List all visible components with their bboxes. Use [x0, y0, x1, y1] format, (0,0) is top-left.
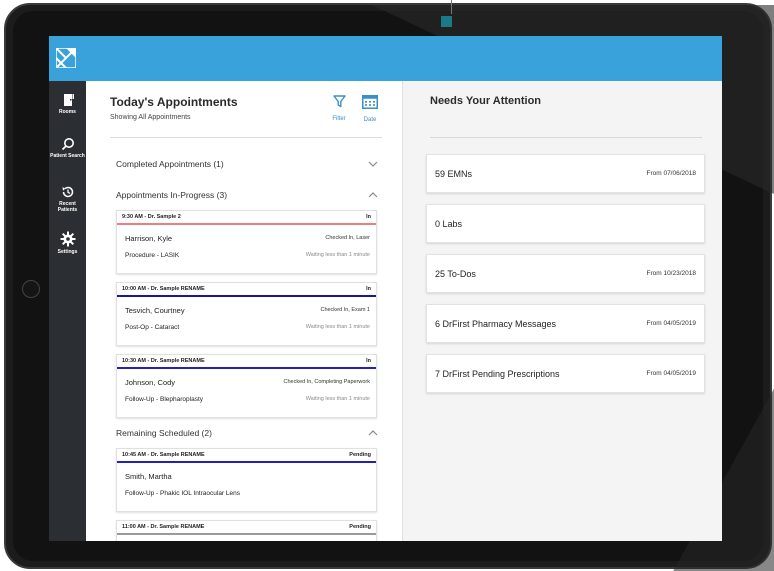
card-row-procedure: Follow-Up - Blepharoplasty Waiting less … — [117, 391, 376, 408]
status-badge: In — [366, 358, 371, 364]
gear-icon — [60, 231, 75, 247]
check-in-status: Checked In, Laser — [325, 235, 370, 241]
sidebar-label-rooms: Rooms — [59, 109, 76, 115]
attention-item-label: 59 EMNs — [435, 169, 473, 179]
top-bar — [49, 36, 722, 81]
procedure-name: Follow-Up - Phakic IOL Intraocular Lens — [125, 490, 241, 497]
filter-button[interactable]: Filter — [324, 95, 354, 122]
appointment-time: 10:45 AM - Dr. Sample RENAME — [122, 452, 205, 458]
divider — [430, 137, 702, 138]
attention-item-label: 6 DrFirst Pharmacy Messages — [435, 319, 557, 329]
attention-item-pharmacy-messages[interactable]: 6 DrFirst Pharmacy Messages From 04/05/2… — [426, 304, 705, 343]
section-completed[interactable]: Completed Appointments (1) — [116, 157, 378, 173]
appointment-time: 10:00 AM - Dr. Sample RENAME — [122, 286, 205, 292]
section-completed-label: Completed Appointments (1) — [116, 159, 224, 169]
card-row-procedure: Post-Op - Cataract Waiting less than 1 m… — [117, 319, 376, 336]
appointment-card[interactable]: 10:00 AM - Dr. Sample RENAME In Tesvich,… — [116, 282, 377, 346]
card-header: 10:00 AM - Dr. Sample RENAME In — [117, 283, 376, 297]
sidebar-item-settings[interactable]: Settings — [49, 231, 86, 271]
card-header: 10:30 AM - Dr. Sample RENAME In — [117, 355, 376, 369]
attention-panel: Needs Your Attention 59 EMNs From 07/06/… — [403, 81, 722, 541]
attention-item-label: 0 Labs — [435, 219, 463, 229]
attention-item-date: From 07/06/2018 — [646, 170, 696, 177]
attention-title: Needs Your Attention — [430, 95, 542, 107]
card-row-patient: Tesvich, Courtney Checked In, Exam 1 — [117, 302, 376, 319]
attention-item-pending-prescriptions[interactable]: 7 DrFirst Pending Prescriptions From 04/… — [426, 354, 705, 393]
attention-item-date: From 10/23/2018 — [646, 270, 696, 277]
wait-time: Waiting less than 1 minute — [305, 252, 370, 258]
procedure-name: Procedure - LASIK — [125, 252, 180, 259]
attention-item-date: From 04/05/2019 — [646, 370, 696, 377]
home-button — [22, 280, 40, 298]
status-badge: Pending — [349, 452, 371, 458]
camera-icon — [441, 16, 452, 27]
patient-name: Harrison, Kyle — [125, 234, 173, 243]
filter-icon — [332, 95, 346, 108]
check-in-status: Checked In, Exam 1 — [320, 307, 370, 313]
status-badge: In — [366, 286, 371, 292]
sidebar-item-recent-patients[interactable]: Recent Patients — [49, 185, 86, 225]
sidebar: Rooms Patient Search Recent Patients Set… — [49, 81, 86, 541]
date-label: Date — [363, 117, 377, 123]
divider — [110, 137, 382, 138]
history-icon — [62, 186, 73, 198]
status-badge: Pending — [349, 524, 371, 530]
appointment-time: 11:00 AM - Dr. Sample RENAME — [122, 524, 205, 530]
appointment-card[interactable]: 11:00 AM - Dr. Sample RENAME Pending — [116, 520, 377, 541]
attention-item-labs[interactable]: 0 Labs — [426, 204, 705, 243]
page-title: Today's Appointments — [110, 95, 238, 109]
chevron-up-icon — [368, 192, 378, 198]
filter-label: Filter — [332, 116, 346, 122]
status-badge: In — [366, 214, 371, 220]
check-in-status: Checked In, Completing Paperwork — [283, 379, 370, 385]
attention-item-label: 7 DrFirst Pending Prescriptions — [435, 369, 560, 379]
appointment-time: 10:30 AM - Dr. Sample RENAME — [122, 358, 205, 364]
patient-name: Johnson, Cody — [125, 378, 176, 387]
appointments-panel: Today's Appointments Showing All Appoint… — [86, 81, 403, 541]
patient-name: Smith, Martha — [125, 472, 172, 481]
card-header: 9:30 AM - Dr. Sample 2 In — [117, 211, 376, 225]
card-header: 11:00 AM - Dr. Sample RENAME Pending — [117, 521, 376, 535]
wait-time: Waiting less than 1 minute — [305, 324, 370, 330]
appointment-card[interactable]: 10:45 AM - Dr. Sample RENAME Pending Smi… — [116, 448, 377, 512]
app-screen: Rooms Patient Search Recent Patients Set… — [49, 36, 722, 541]
procedure-name: Post-Op - Cataract — [125, 324, 180, 331]
wait-time: Waiting less than 1 minute — [305, 396, 370, 402]
card-row-procedure: Procedure - LASIK Waiting less than 1 mi… — [117, 247, 376, 264]
search-icon — [61, 138, 74, 151]
door-icon — [63, 94, 74, 106]
date-button[interactable]: Date — [355, 95, 385, 123]
section-in-progress-label: Appointments In-Progress (3) — [116, 190, 228, 200]
attention-item-label: 25 To-Dos — [435, 269, 476, 279]
calendar-icon — [362, 95, 378, 109]
patient-name: Tesvich, Courtney — [125, 306, 185, 315]
card-header: 10:45 AM - Dr. Sample RENAME Pending — [117, 449, 376, 463]
appointment-card[interactable]: 9:30 AM - Dr. Sample 2 In Harrison, Kyle… — [116, 210, 377, 274]
camera-pointer-line — [451, 0, 452, 14]
attention-item-todos[interactable]: 25 To-Dos From 10/23/2018 — [426, 254, 705, 293]
appointment-time: 9:30 AM - Dr. Sample 2 — [122, 214, 181, 220]
card-row-patient: Smith, Martha — [117, 468, 376, 485]
attention-item-date: From 04/05/2019 — [646, 320, 696, 327]
sidebar-item-rooms[interactable]: Rooms — [49, 93, 86, 133]
sidebar-item-patient-search[interactable]: Patient Search — [49, 137, 86, 177]
section-in-progress[interactable]: Appointments In-Progress (3) — [116, 188, 378, 204]
attention-item-emns[interactable]: 59 EMNs From 07/06/2018 — [426, 154, 705, 193]
card-row-patient: Johnson, Cody Checked In, Completing Pap… — [117, 374, 376, 391]
appointments-subtitle: Showing All Appointments — [110, 114, 191, 121]
sidebar-label-recent-patients: Recent Patients — [57, 201, 78, 213]
section-remaining-label: Remaining Scheduled (2) — [116, 428, 212, 438]
appointment-card[interactable]: 10:30 AM - Dr. Sample RENAME In Johnson,… — [116, 354, 377, 418]
procedure-name: Follow-Up - Blepharoplasty — [125, 396, 204, 403]
sidebar-label-patient-search: Patient Search — [50, 153, 85, 159]
section-remaining[interactable]: Remaining Scheduled (2) — [116, 426, 378, 442]
chevron-down-icon — [368, 161, 378, 167]
app-logo-icon[interactable] — [56, 48, 76, 68]
chevron-up-icon — [368, 430, 378, 436]
sidebar-label-settings: Settings — [57, 249, 78, 255]
card-row-patient: Harrison, Kyle Checked In, Laser — [117, 230, 376, 247]
card-row-procedure: Follow-Up - Phakic IOL Intraocular Lens — [117, 485, 376, 502]
